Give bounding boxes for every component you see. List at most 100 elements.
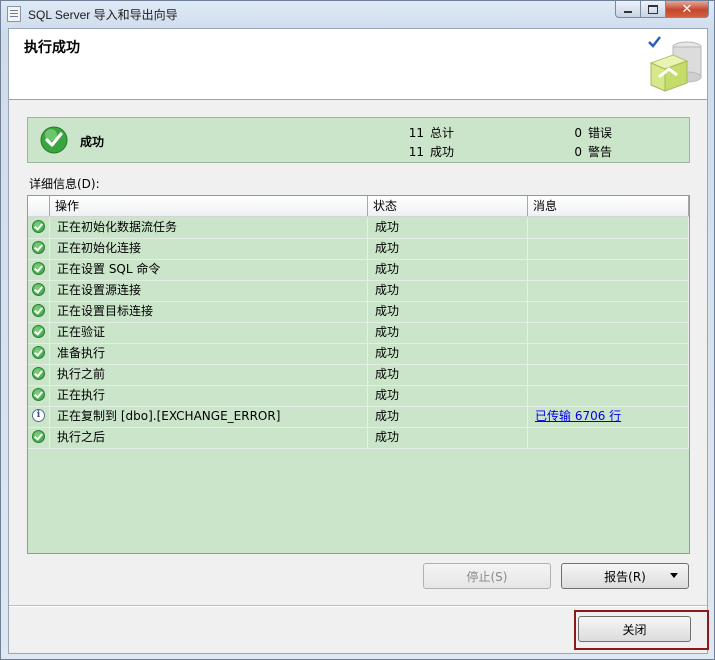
row-status: 成功 (368, 322, 528, 343)
total-label: 总计 (430, 126, 455, 140)
success-icon (32, 283, 45, 296)
wizard-client-area: 执行成功 成功 11 总计 11 成功 0 错误 0 警告 详细信息(D): 操… (8, 28, 709, 654)
close-icon: ✕ (681, 1, 693, 17)
page-title: 执行成功 (24, 40, 80, 56)
row-icon-cell (28, 238, 50, 259)
summary-panel: 成功 11 总计 11 成功 0 错误 0 警告 (27, 117, 690, 163)
success-count: 11 (408, 145, 424, 159)
row-message (528, 238, 689, 259)
table-row[interactable]: 正在初始化数据流任务 成功 (28, 217, 689, 239)
row-message[interactable]: 已传输 6706 行 (528, 406, 689, 427)
details-table[interactable]: 操作 状态 消息 正在初始化数据流任务 成功 正在初始化连接 成功 正在设置 SQL 命… (27, 195, 690, 554)
row-operation: 正在设置 SQL 命令 (50, 259, 368, 280)
row-message (528, 343, 689, 364)
maximize-button[interactable] (641, 1, 666, 18)
row-operation: 执行之前 (50, 364, 368, 385)
success-icon (32, 388, 45, 401)
row-operation: 正在执行 (50, 385, 368, 406)
row-message (528, 322, 689, 343)
row-icon-cell (28, 322, 50, 343)
row-icon-cell (28, 406, 50, 427)
column-header-icon[interactable] (28, 196, 50, 216)
report-button[interactable]: 报告(R) (561, 563, 689, 589)
table-row[interactable]: 正在设置源连接 成功 (28, 280, 689, 302)
row-icon-cell (28, 364, 50, 385)
success-icon (32, 220, 45, 233)
success-check-icon (40, 126, 68, 154)
app-icon (7, 6, 21, 22)
success-label: 成功 (430, 145, 455, 159)
row-status: 成功 (368, 217, 528, 238)
table-row[interactable]: 正在初始化连接 成功 (28, 238, 689, 260)
warning-stat: 0 警告 (566, 143, 612, 160)
table-row[interactable]: 执行之后 成功 (28, 427, 689, 449)
total-count: 11 (408, 126, 424, 140)
row-operation: 准备执行 (50, 343, 368, 364)
row-operation: 正在设置目标连接 (50, 301, 368, 322)
column-header-operation[interactable]: 操作 (50, 196, 368, 216)
row-operation: 执行之后 (50, 427, 368, 448)
error-stat: 0 错误 (566, 124, 612, 141)
warning-count: 0 (574, 145, 582, 159)
error-label: 错误 (588, 126, 613, 140)
row-status: 成功 (368, 259, 528, 280)
table-row[interactable]: 正在复制到 [dbo].[EXCHANGE_ERROR]成功已传输 6706 行 (28, 406, 689, 428)
window-title: SQL Server 导入和导出向导 (28, 8, 178, 22)
page-header: 执行成功 (9, 29, 707, 100)
success-icon (32, 346, 45, 359)
wizard-window: SQL Server 导入和导出向导 ✕ 执行成功 成功 11 总计 11 成功… (0, 0, 715, 660)
report-button-label: 报告(R) (604, 569, 646, 584)
row-message (528, 364, 689, 385)
success-icon (32, 304, 45, 317)
footer-divider (9, 605, 707, 607)
minimize-icon (624, 10, 632, 13)
row-icon-cell (28, 385, 50, 406)
close-window-button[interactable]: ✕ (666, 1, 709, 18)
total-stat: 11 总计 (408, 124, 454, 141)
maximize-icon (648, 4, 658, 14)
row-status: 成功 (368, 280, 528, 301)
success-icon (32, 262, 45, 275)
row-status: 成功 (368, 385, 528, 406)
row-message (528, 385, 689, 406)
row-status: 成功 (368, 301, 528, 322)
table-row[interactable]: 准备执行 成功 (28, 343, 689, 365)
row-status: 成功 (368, 406, 528, 427)
table-row[interactable]: 正在执行 成功 (28, 385, 689, 407)
success-icon (32, 241, 45, 254)
error-count: 0 (574, 126, 582, 140)
info-icon (32, 409, 45, 422)
summary-status: 成功 (80, 135, 105, 149)
row-message (528, 427, 689, 448)
row-message (528, 217, 689, 238)
table-row[interactable]: 执行之前 成功 (28, 364, 689, 386)
row-status: 成功 (368, 238, 528, 259)
row-icon-cell (28, 217, 50, 238)
warning-label: 警告 (588, 145, 613, 159)
table-row[interactable]: 正在验证 成功 (28, 322, 689, 344)
table-row[interactable]: 正在设置 SQL 命令 成功 (28, 259, 689, 281)
row-icon-cell (28, 427, 50, 448)
column-header-status[interactable]: 状态 (368, 196, 528, 216)
minimize-button[interactable] (615, 1, 641, 18)
row-message (528, 301, 689, 322)
row-message-link[interactable]: 已传输 6706 行 (535, 409, 621, 423)
details-label: 详细信息(D): (29, 177, 100, 191)
row-icon-cell (28, 343, 50, 364)
table-row[interactable]: 正在设置目标连接 成功 (28, 301, 689, 323)
wizard-graphic-icon (648, 36, 702, 92)
close-button[interactable]: 关闭 (578, 616, 691, 642)
row-operation: 正在验证 (50, 322, 368, 343)
success-icon (32, 430, 45, 443)
row-icon-cell (28, 301, 50, 322)
row-operation: 正在设置源连接 (50, 280, 368, 301)
success-icon (32, 325, 45, 338)
title-bar[interactable]: SQL Server 导入和导出向导 ✕ (1, 1, 714, 27)
success-stat: 11 成功 (408, 143, 454, 160)
row-icon-cell (28, 280, 50, 301)
column-header-message[interactable]: 消息 (528, 196, 689, 216)
row-icon-cell (28, 259, 50, 280)
row-status: 成功 (368, 427, 528, 448)
stop-button[interactable]: 停止(S) (423, 563, 551, 589)
row-status: 成功 (368, 343, 528, 364)
